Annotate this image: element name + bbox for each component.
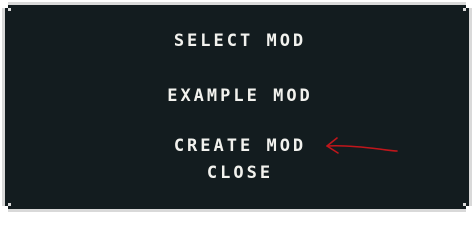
corner-dot (8, 203, 11, 206)
example-mod-option[interactable]: EXAMPLE MOD (5, 86, 474, 106)
hand-drawn-arrow-left-icon (326, 137, 398, 154)
create-mod-option[interactable]: CREATE MOD (5, 136, 474, 156)
corner-notch (2, 206, 8, 212)
close-option[interactable]: CLOSE (5, 163, 474, 183)
corner-dot (463, 8, 466, 11)
corner-notch (466, 2, 472, 8)
corner-notch (466, 206, 472, 212)
mod-menu-panel: SELECT MOD EXAMPLE MOD CREATE MOD CLOSE (2, 2, 472, 212)
menu-title: SELECT MOD (173, 31, 307, 51)
corner-dot (463, 203, 466, 206)
corner-dot (8, 8, 11, 11)
